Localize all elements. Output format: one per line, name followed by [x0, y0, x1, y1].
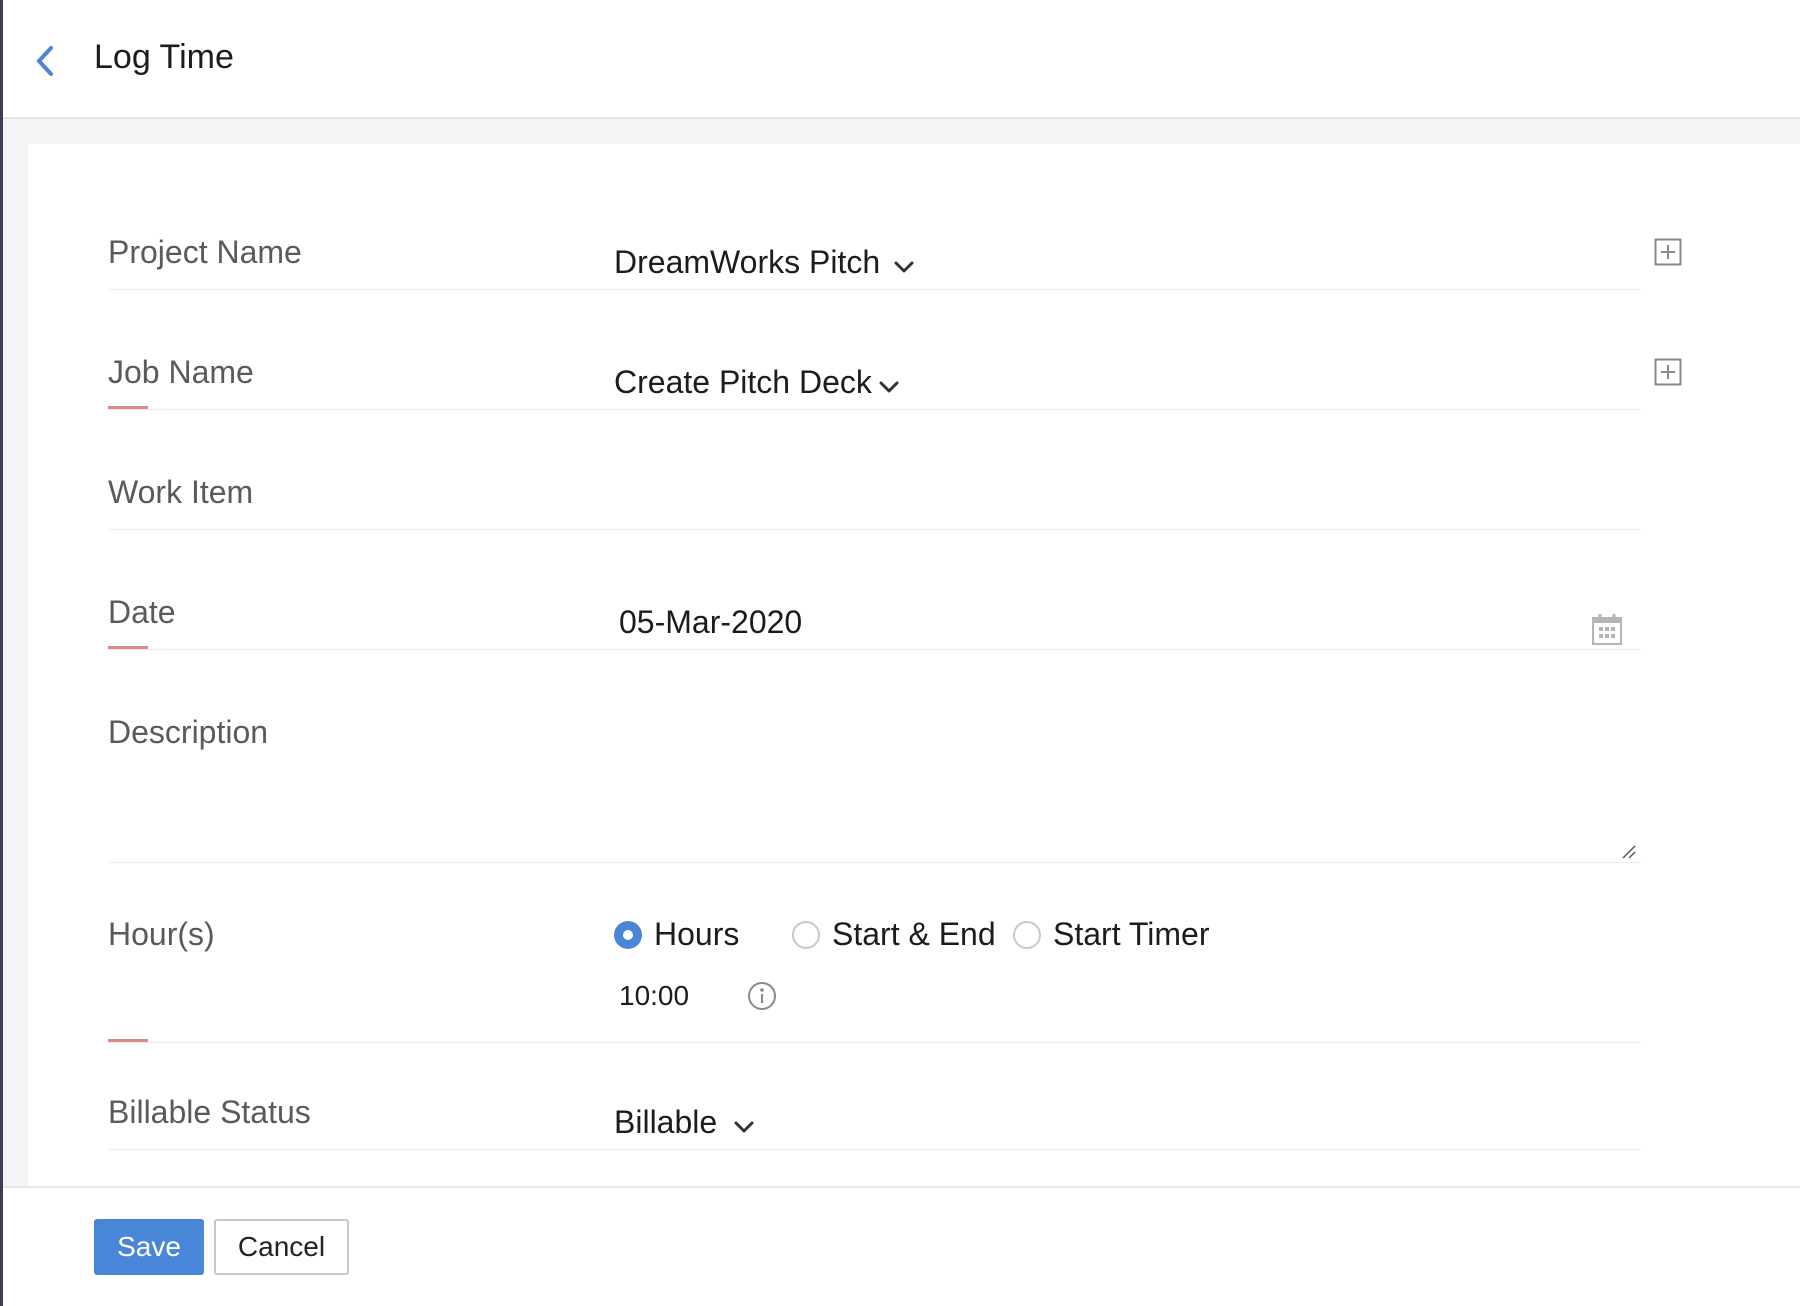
save-button[interactable]: Save [94, 1219, 204, 1275]
hours-field-group: Hours Start & End Start Timer 10:00 [611, 916, 1641, 1043]
required-marker [108, 1039, 148, 1042]
resize-handle-icon[interactable] [1621, 844, 1637, 860]
calendar-icon[interactable] [1591, 612, 1623, 646]
hours-label-cell: Hour(s) [108, 916, 618, 1043]
project-name-label: Project Name [108, 234, 302, 270]
radio-unselected-icon [1013, 920, 1041, 949]
chevron-down-icon[interactable] [893, 260, 915, 274]
hours-label: Hour(s) [108, 916, 215, 952]
required-marker [108, 646, 148, 649]
billable-status-label: Billable Status [108, 1094, 311, 1130]
job-name-value: Create Pitch Deck [614, 364, 872, 400]
job-name-label-cell: Job Name [108, 350, 618, 410]
chevron-down-icon[interactable] [733, 1120, 755, 1134]
form-footer: Save Cancel [3, 1186, 1800, 1306]
radio-selected-icon [614, 920, 642, 949]
radio-start-end[interactable]: Start & End [792, 916, 996, 953]
hours-input[interactable]: 10:00 [619, 980, 689, 1012]
description-label: Description [108, 714, 269, 750]
add-job-plus-icon[interactable] [1654, 358, 1682, 386]
required-marker [108, 406, 148, 409]
radio-unselected-icon [792, 920, 820, 949]
description-label-cell: Description [108, 710, 618, 863]
radio-start-timer[interactable]: Start Timer [1013, 916, 1209, 953]
project-name-label-cell: Project Name [108, 230, 618, 290]
date-field[interactable]: 05-Mar-2020 [611, 590, 1641, 650]
page-title: Log Time [94, 38, 234, 76]
date-label-cell: Date [108, 590, 618, 650]
date-value: 05-Mar-2020 [619, 604, 803, 640]
work-item-label: Work Item [108, 474, 254, 510]
radio-hours[interactable]: Hours [614, 916, 739, 953]
work-item-field[interactable] [611, 470, 1641, 530]
sidebar-edge [0, 0, 3, 1306]
billable-status-label-cell: Billable Status [108, 1090, 618, 1150]
radio-label: Start Timer [1053, 916, 1210, 952]
work-item-label-cell: Work Item [108, 470, 618, 530]
add-project-plus-icon[interactable] [1654, 238, 1682, 266]
log-time-form: Project Name DreamWorks Pitch Job Name C… [28, 144, 1800, 1186]
info-icon[interactable] [747, 981, 777, 1011]
radio-label: Hours [654, 916, 740, 952]
date-label: Date [108, 594, 176, 630]
job-name-select[interactable]: Create Pitch Deck [611, 350, 1641, 410]
cancel-button[interactable]: Cancel [214, 1219, 349, 1275]
job-name-label: Job Name [108, 354, 254, 390]
page-header: Log Time [3, 0, 1800, 119]
chevron-down-icon[interactable] [878, 380, 900, 394]
billable-status-value: Billable [614, 1104, 718, 1140]
billable-status-select[interactable]: Billable [611, 1090, 1641, 1150]
description-textarea[interactable] [611, 710, 1641, 863]
project-name-select[interactable]: DreamWorks Pitch [611, 230, 1641, 290]
project-name-value: DreamWorks Pitch [614, 244, 881, 280]
chevron-left-icon[interactable] [33, 44, 57, 78]
radio-label: Start & End [832, 916, 996, 952]
